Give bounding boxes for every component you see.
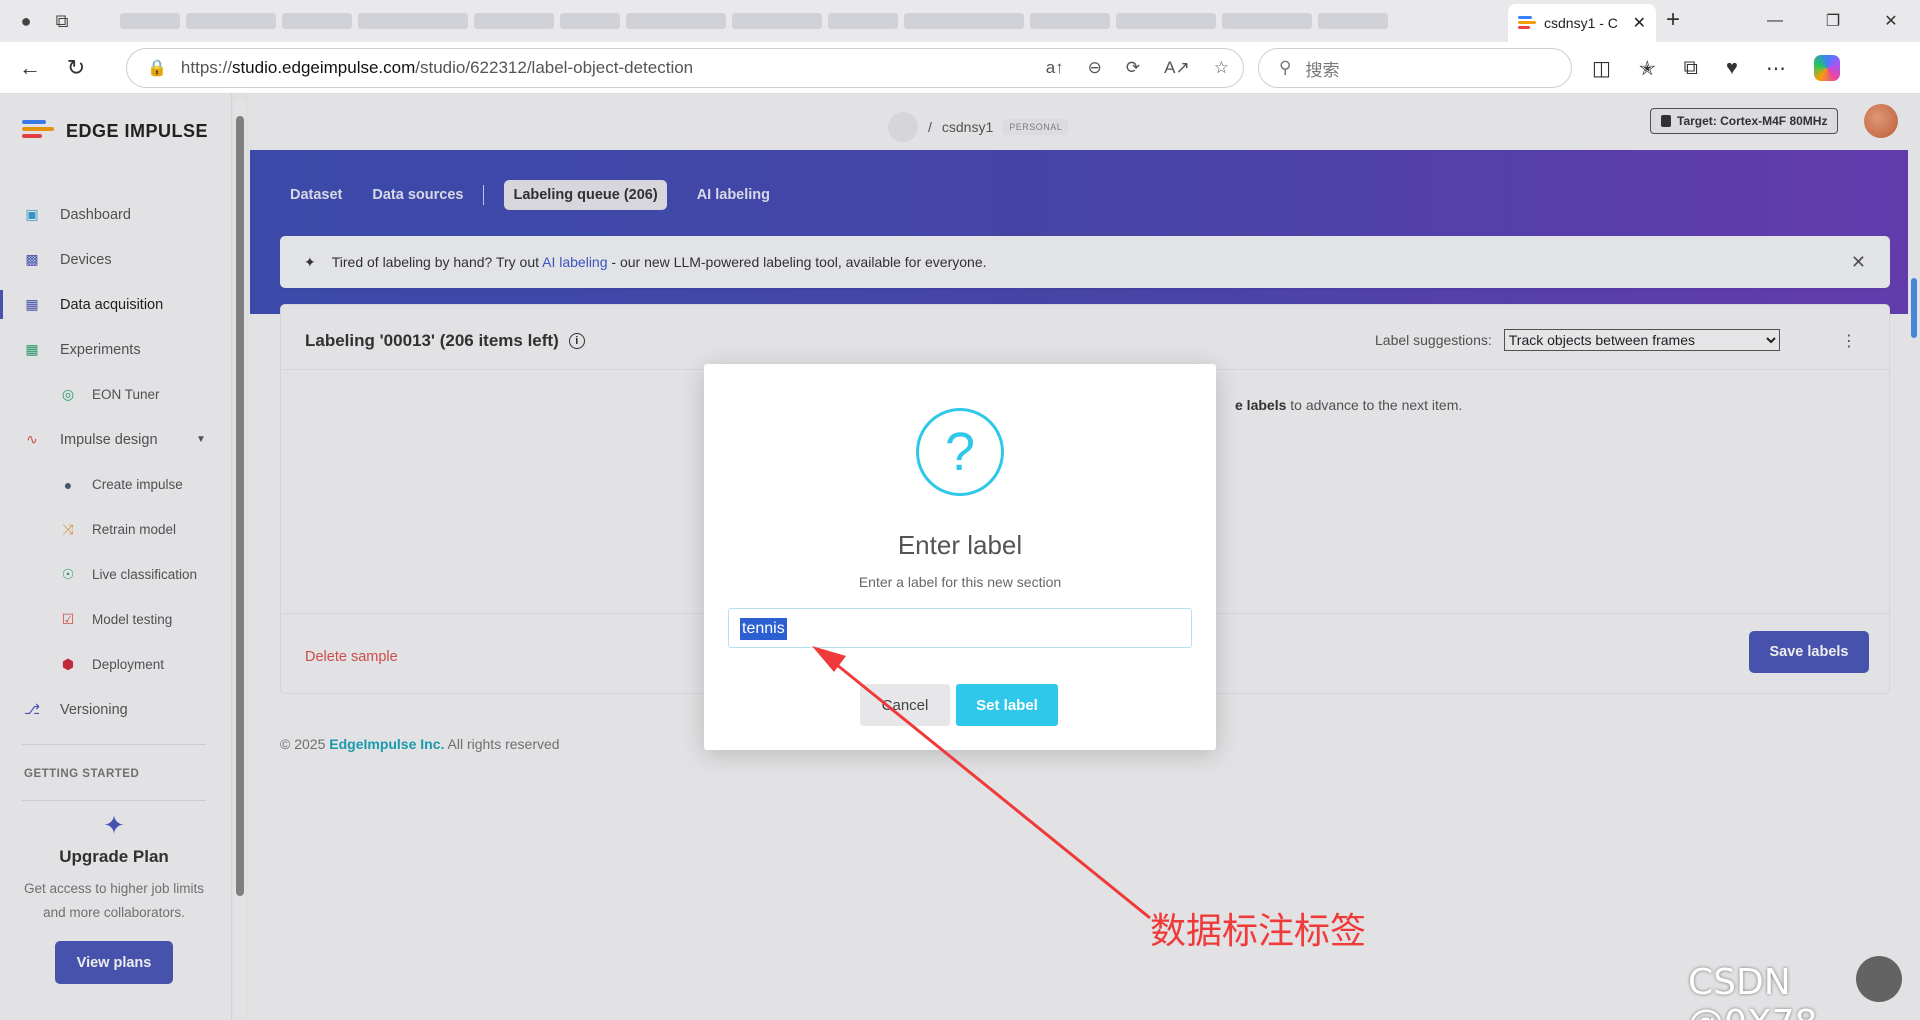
question-icon: ? bbox=[916, 408, 1004, 496]
label-input[interactable] bbox=[728, 608, 1192, 648]
split-screen-icon[interactable]: ◫ bbox=[1592, 56, 1611, 81]
profile-icon[interactable]: ● bbox=[8, 3, 44, 39]
workspaces-icon[interactable]: ⧉ bbox=[44, 3, 80, 39]
cancel-button[interactable]: Cancel bbox=[860, 684, 950, 726]
address-tools: a↑ ⊖ ⟳ A↗ ☆ bbox=[1046, 49, 1229, 87]
browser-tab-bar: ● ⧉ csdnsy1 - C ✕ + — ❐ ✕ bbox=[0, 0, 1920, 42]
read-aloud-icon[interactable]: A↗ bbox=[1164, 58, 1190, 78]
minimize-icon[interactable]: — bbox=[1746, 0, 1804, 42]
translate-icon[interactable]: a↑ bbox=[1046, 58, 1064, 78]
new-tab-icon[interactable]: + bbox=[1666, 6, 1680, 34]
favorites-icon[interactable]: ✭ bbox=[1639, 56, 1656, 81]
browser-right-tools: ◫ ✭ ⧉ ♥ ⋯ bbox=[1592, 48, 1840, 88]
blurred-tabs bbox=[120, 8, 1500, 34]
browser-toolbar: ← ↻ 🔒 https://studio.edgeimpulse.com/stu… bbox=[0, 42, 1920, 94]
zoom-out-icon[interactable]: ⊖ bbox=[1088, 58, 1102, 78]
sync-icon[interactable]: ⟳ bbox=[1126, 58, 1140, 78]
annotation-label: 数据标注标签 bbox=[1150, 911, 1367, 952]
selected-input-text: tennis bbox=[740, 618, 787, 640]
dialog-title: Enter label bbox=[897, 530, 1023, 560]
restore-icon[interactable]: ❐ bbox=[1804, 0, 1862, 42]
url-prefix: https:// bbox=[180, 58, 232, 77]
search-placeholder: 搜索 bbox=[1305, 60, 1340, 80]
refresh-icon[interactable]: ↻ bbox=[54, 48, 98, 88]
tab-title: csdnsy1 - C bbox=[1544, 15, 1618, 31]
browser-search-box[interactable]: ⚲ 搜索 bbox=[1258, 48, 1572, 88]
favorite-star-icon[interactable]: ☆ bbox=[1214, 58, 1229, 78]
watermark: CSDN @0X78 bbox=[1688, 962, 1817, 1020]
edge-impulse-favicon bbox=[1518, 16, 1536, 30]
enter-label-dialog: ? Enter label Enter a label for this new… bbox=[704, 364, 1216, 750]
dialog-message: Enter a label for this new section bbox=[858, 574, 1062, 590]
url-host: studio.edgeimpulse.com bbox=[231, 58, 416, 77]
set-label-button[interactable]: Set label bbox=[956, 684, 1058, 726]
lock-icon[interactable]: 🔒 bbox=[147, 58, 167, 78]
more-menu-icon[interactable]: ⋯ bbox=[1766, 56, 1786, 81]
browser-essentials-icon[interactable]: ♥ bbox=[1726, 57, 1738, 80]
tab-close-icon[interactable]: ✕ bbox=[1633, 13, 1646, 33]
url-path: /studio/622312/label-object-detection bbox=[415, 58, 694, 77]
collections-icon[interactable]: ⧉ bbox=[1684, 57, 1698, 80]
copilot-icon[interactable] bbox=[1813, 55, 1840, 81]
search-icon: ⚲ bbox=[1279, 58, 1292, 77]
window-controls: — ❐ ✕ bbox=[1746, 0, 1920, 42]
window-close-icon[interactable]: ✕ bbox=[1862, 0, 1920, 42]
active-browser-tab[interactable]: csdnsy1 - C ✕ bbox=[1508, 4, 1656, 42]
back-icon[interactable]: ← bbox=[8, 48, 52, 88]
address-bar[interactable]: 🔒 https://studio.edgeimpulse.com/studio/… bbox=[126, 48, 1244, 88]
